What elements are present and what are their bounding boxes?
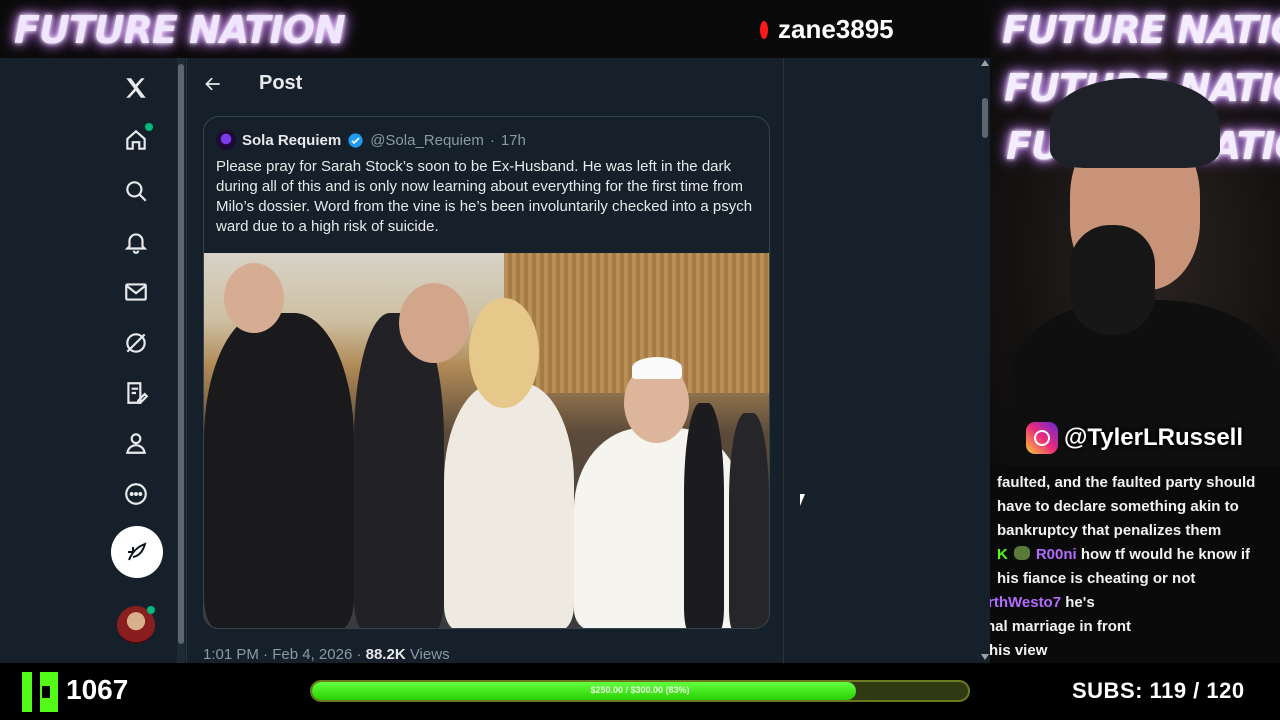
stream-handle-text: zane3895 (778, 14, 894, 44)
quoted-post-text: Please pray for Sarah Stock’s soon to be… (216, 158, 753, 235)
back-arrow-icon[interactable] (203, 74, 223, 94)
bell-icon[interactable] (110, 216, 162, 268)
subs-counter: SUBS: 119 / 120 (1072, 678, 1245, 703)
scroll-thumb[interactable] (982, 98, 988, 138)
post-photo[interactable] (204, 253, 769, 628)
more-icon[interactable] (110, 468, 162, 520)
chat-text: how tf would he know if (1080, 546, 1251, 563)
chat-line: have to declare something akin to (997, 498, 1239, 515)
top-bar: FUTURE NATION zane3895 (0, 0, 990, 58)
author-avatar[interactable] (216, 130, 236, 150)
page-scrollbar[interactable] (980, 58, 990, 663)
post-time[interactable]: 1:01 PM (203, 646, 259, 663)
scroll-down-icon[interactable] (981, 654, 989, 660)
quoted-post-header: Sola Requiem @Sola_Requiem · 17h (216, 129, 526, 151)
post-age[interactable]: 17h (501, 132, 526, 149)
home-icon[interactable] (110, 114, 162, 166)
kick-viewer-count: 1067 (66, 674, 129, 705)
chat-message: K R00ni how tf would he know if (997, 543, 1250, 567)
page-title: Post (259, 72, 303, 94)
verified-badge-icon (348, 132, 363, 148)
mouse-cursor-icon (800, 494, 805, 506)
chat-username[interactable]: R00ni (1036, 546, 1077, 563)
chat-line: faulted, and the faulted party should (997, 474, 1256, 491)
photo-figure (444, 383, 574, 628)
meta-separator: · (356, 646, 362, 663)
author-name[interactable]: Sola Requiem (242, 132, 341, 149)
online-dot (147, 606, 155, 614)
brand-logo: FUTURE NATION (14, 8, 346, 52)
scroll-up-icon[interactable] (981, 60, 989, 66)
chat-line: bankruptcy that penalizes them (997, 522, 1222, 539)
x-logo-icon[interactable] (110, 62, 162, 114)
kick-badge-icon: K (997, 546, 1008, 563)
stream-overlay: FUTURE NATION zane3895 Post Sola Requiem… (0, 0, 1280, 720)
photo-figure (204, 313, 354, 628)
chat-line: nal marriage in front (990, 618, 1132, 635)
chat-line: his fiance is cheating or not (997, 570, 1196, 587)
scroll-thumb[interactable] (178, 64, 184, 644)
profile-icon[interactable] (110, 417, 162, 469)
chat-username[interactable]: rthWesto7 (990, 594, 1061, 611)
post-column: Post Sola Requiem @Sola_Requiem · 17h Pl… (186, 58, 784, 663)
author-handle[interactable]: @Sola_Requiem (370, 132, 484, 149)
sub-badge-icon (1013, 546, 1030, 560)
views-count: 88.2K (365, 646, 406, 663)
post-meta: 1:01 PM · Feb 4, 2026 · 88.2K Views (203, 646, 450, 663)
post-header: Post (187, 58, 785, 111)
webcam-feed: FUTURE NATION FUTURE NATION FUTURE NATIO… (990, 0, 1280, 465)
kick-logo-icon (22, 672, 58, 712)
instagram-tag: @TylerLRussell (1026, 422, 1243, 454)
chat-panel: faulted, and the faulted party should ha… (990, 465, 1280, 663)
post-date[interactable]: Feb 4, 2026 (272, 646, 352, 663)
chat-text: he's (1065, 594, 1095, 611)
x-app-window: Post Sola Requiem @Sola_Requiem · 17h Pl… (0, 58, 990, 663)
meta-separator: · (263, 646, 269, 663)
quoted-post[interactable]: Sola Requiem @Sola_Requiem · 17h Please … (203, 116, 770, 629)
neon-sign-text: FUTURE NATION (1002, 8, 1280, 52)
photo-figure (224, 263, 284, 333)
instagram-handle: @TylerLRussell (1064, 424, 1244, 451)
chat-line: his view (990, 642, 1048, 659)
goal-text: $250.00 / $300.00 (83%) (590, 685, 690, 695)
search-icon[interactable] (110, 165, 162, 217)
left-nav (0, 58, 176, 663)
notes-icon[interactable] (110, 367, 162, 419)
photo-figure (684, 403, 724, 628)
account-avatar[interactable] (117, 606, 155, 644)
instagram-icon (1026, 422, 1058, 454)
grok-icon[interactable] (110, 317, 162, 369)
photo-figure (632, 357, 682, 379)
photo-figure (729, 413, 769, 628)
kick-pin-icon (760, 20, 768, 39)
notification-dot (145, 123, 153, 131)
chat-message: rthWesto7 he's (990, 591, 1095, 615)
photo-figure (399, 283, 469, 363)
header-separator: · (489, 131, 495, 149)
photo-figure (469, 298, 539, 408)
compose-icon (128, 542, 147, 561)
streamer-cap (1050, 78, 1220, 168)
views-label: Views (409, 646, 450, 663)
left-scrollbar[interactable] (177, 58, 185, 663)
donation-goal-bar: $250.00 / $300.00 (83%) (310, 680, 970, 702)
microphone-icon (1070, 225, 1155, 335)
compose-button[interactable] (111, 526, 163, 578)
stream-handle: zane3895 (760, 14, 894, 45)
mail-icon[interactable] (110, 266, 162, 318)
